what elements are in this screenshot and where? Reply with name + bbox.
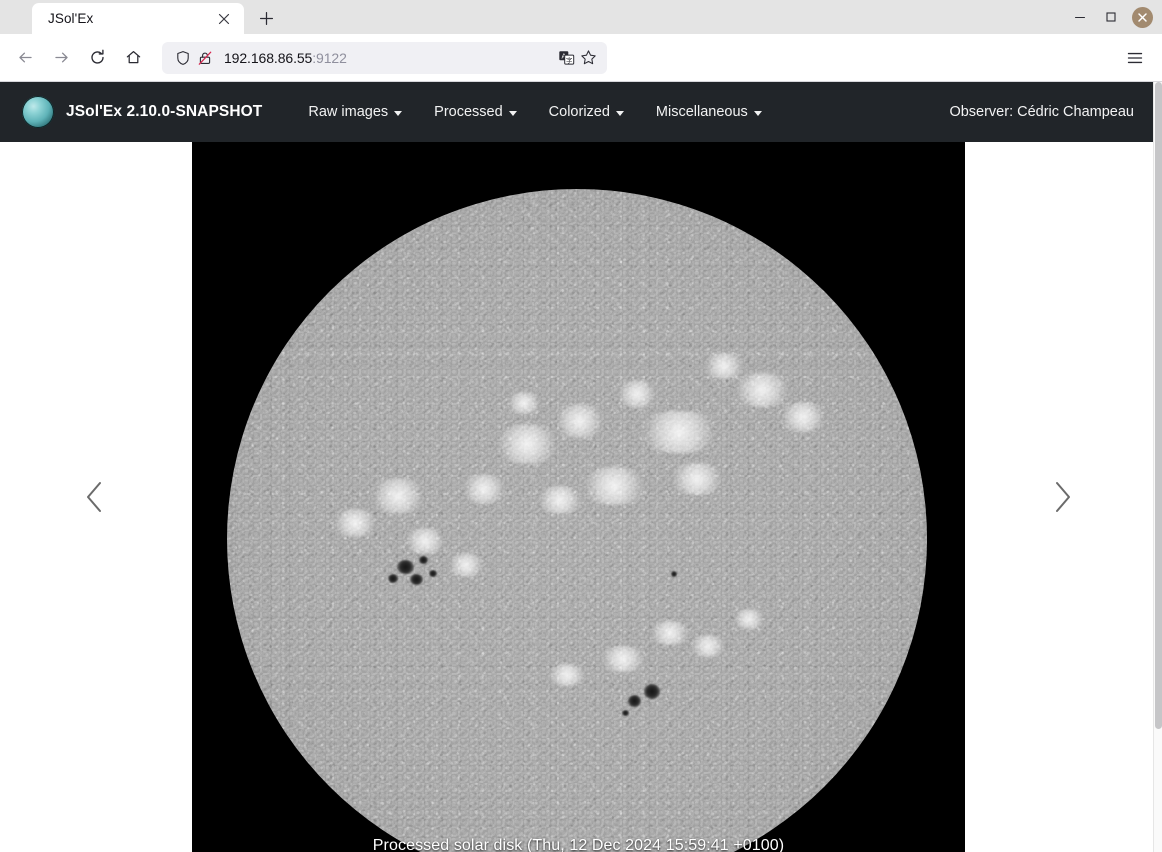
brand-name: JSol'Ex 2.10.0-SNAPSHOT	[66, 103, 263, 120]
nav-menu-raw-images[interactable]: Raw images	[292, 96, 418, 128]
window-minimize-button[interactable]	[1066, 3, 1094, 31]
tab-strip: JSol'Ex	[0, 0, 1162, 34]
carousel-next-button[interactable]	[1040, 475, 1084, 519]
page-scrollbar-thumb[interactable]	[1155, 82, 1162, 729]
navigation-toolbar: 192.168.86.55:9122 A 字	[0, 34, 1162, 82]
solar-disk	[227, 189, 927, 852]
carousel-prev-button[interactable]	[73, 475, 117, 519]
toolbar-right	[1118, 41, 1154, 75]
broken-lock-icon[interactable]	[194, 47, 216, 69]
brand[interactable]: JSol'Ex 2.10.0-SNAPSHOT	[22, 96, 262, 128]
url-text[interactable]: 192.168.86.55:9122	[216, 50, 555, 66]
nav-menu-label: Processed	[434, 104, 503, 120]
chevron-down-icon	[753, 110, 762, 116]
url-host: 192.168.86.55	[224, 49, 313, 66]
sun-sphere-logo-icon	[22, 96, 54, 128]
translate-icon[interactable]: A 字	[555, 47, 577, 69]
reload-button[interactable]	[80, 41, 114, 75]
carousel-stage: Processed solar disk (Thu, 12 Dec 2024 1…	[192, 142, 965, 852]
nav-menu-processed[interactable]: Processed	[418, 96, 533, 128]
close-icon	[1131, 6, 1153, 28]
nav-menu-colorized[interactable]: Colorized	[533, 96, 640, 128]
page-viewport: JSol'Ex 2.10.0-SNAPSHOT Raw images Proce…	[0, 82, 1162, 852]
chevron-down-icon	[394, 110, 403, 116]
app-navbar: JSol'Ex 2.10.0-SNAPSHOT Raw images Proce…	[0, 82, 1162, 142]
back-button[interactable]	[8, 41, 42, 75]
url-bar[interactable]: 192.168.86.55:9122 A 字	[162, 41, 607, 74]
svg-text:字: 字	[566, 55, 572, 64]
browser-tab[interactable]: JSol'Ex	[32, 3, 244, 34]
page-scrollbar[interactable]	[1153, 82, 1162, 852]
tab-title: JSol'Ex	[48, 11, 94, 26]
forward-button[interactable]	[44, 41, 78, 75]
navbar-menu: Raw images Processed Colorized Miscellan…	[292, 96, 777, 128]
chevron-down-icon	[615, 110, 624, 116]
window-maximize-button[interactable]	[1097, 3, 1125, 31]
observer-label: Observer: Cédric Champeau	[949, 104, 1134, 120]
hamburger-menu-button[interactable]	[1118, 41, 1152, 75]
window-close-button[interactable]	[1128, 3, 1156, 31]
home-button[interactable]	[116, 41, 150, 75]
solar-image[interactable]	[192, 142, 965, 852]
nav-menu-label: Raw images	[308, 104, 389, 120]
tab-close-icon[interactable]	[214, 9, 234, 29]
window-controls	[1066, 3, 1156, 31]
nav-menu-miscellaneous[interactable]: Miscellaneous	[640, 96, 778, 128]
image-caption: Processed solar disk (Thu, 12 Dec 2024 1…	[372, 837, 785, 852]
chevron-down-icon	[508, 110, 517, 116]
limb-darkening	[227, 189, 927, 852]
browser-window: JSol'Ex 192.168.86.55:9122 A 字 JSol'Ex 2…	[0, 0, 1162, 852]
new-tab-button[interactable]	[251, 3, 281, 33]
bookmark-star-icon[interactable]	[577, 47, 599, 69]
nav-menu-label: Miscellaneous	[655, 104, 748, 120]
url-port: :9122	[312, 49, 347, 66]
image-carousel: Processed solar disk (Thu, 12 Dec 2024 1…	[0, 142, 1162, 852]
nav-menu-label: Colorized	[548, 104, 610, 120]
shield-icon[interactable]	[172, 47, 194, 69]
